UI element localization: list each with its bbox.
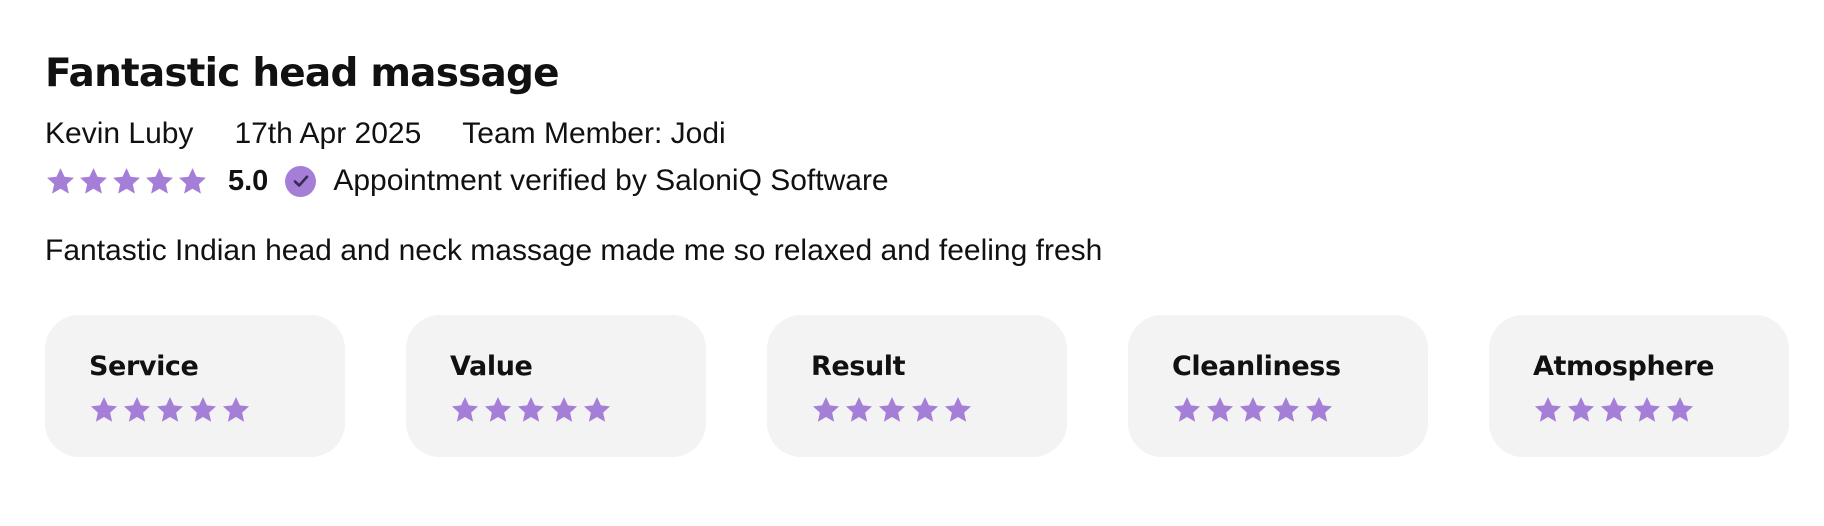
star-icon [1568,397,1594,422]
overall-rating: 5.0 Appointment verified by SaloniQ Soft… [45,159,1805,203]
overall-star-rating [45,166,210,197]
category-label: Value [450,351,533,382]
star-icon [1667,397,1693,422]
star-icon [452,397,478,422]
category-label: Cleanliness [1172,351,1341,382]
category-label: Atmosphere [1533,351,1715,382]
review-title: Fantastic head massage [45,51,560,96]
review-meta: Kevin Luby 17th Apr 2025 Team Member: Jo… [45,114,1805,154]
star-icon [945,397,971,422]
star-icon [813,397,839,422]
star-icon [846,397,872,422]
star-icon [1207,397,1233,422]
star-icon [124,397,150,422]
review-card: Fantastic head massage Kevin Luby 17th A… [45,44,1805,457]
star-icon [1601,397,1627,422]
category-star-rating [811,395,1067,425]
category-star-rating [1172,395,1428,425]
star-icon [179,167,206,194]
review-body: Fantastic Indian head and neck massage m… [45,234,1103,267]
verified-text: Appointment verified by SaloniQ Software [333,164,889,197]
star-icon [47,167,74,194]
star-icon [146,167,173,194]
star-icon [1174,397,1200,422]
star-icon [1240,397,1266,422]
review-date: 17th Apr 2025 [234,117,422,150]
star-icon [1535,397,1561,422]
category-star-rating [1533,395,1789,425]
star-icon [80,167,107,194]
category-star-rating [450,395,706,425]
star-icon [551,397,577,422]
star-icon [223,397,249,422]
star-icon [485,397,511,422]
category-label: Result [811,351,906,382]
category-card-service: Service [45,315,345,457]
category-label: Service [89,351,199,382]
review-author: Kevin Luby [45,117,194,150]
category-card-atmosphere: Atmosphere [1489,315,1789,457]
star-icon [113,167,140,194]
review-team-member: Team Member: Jodi [462,117,726,150]
star-icon [1273,397,1299,422]
category-card-result: Result [767,315,1067,457]
check-circle-icon [285,165,317,197]
star-icon [91,397,117,422]
rating-score: 5.0 [228,164,269,197]
star-icon [912,397,938,422]
category-card-cleanliness: Cleanliness [1128,315,1428,457]
category-card-value: Value [406,315,706,457]
star-icon [518,397,544,422]
star-icon [157,397,183,422]
star-icon [1306,397,1332,422]
category-ratings: Service Value Result Cleanliness Atmosphere [45,315,1805,457]
star-icon [879,397,905,422]
category-star-rating [89,395,345,425]
star-icon [584,397,610,422]
star-icon [1634,397,1660,422]
star-icon [190,397,216,422]
